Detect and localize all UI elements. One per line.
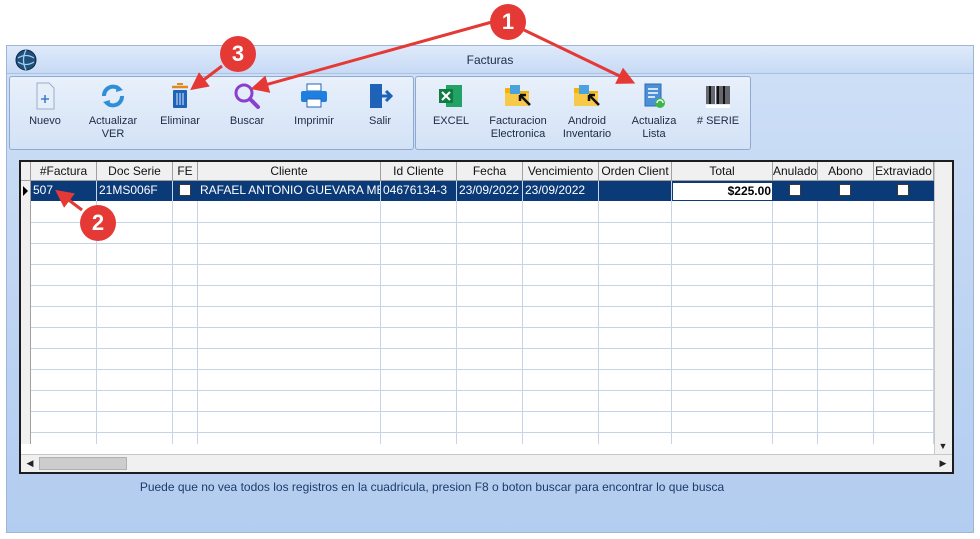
facturas-grid[interactable]: #Factura Doc Serie FE Cliente Id Cliente…: [19, 160, 954, 474]
checkbox-abono[interactable]: [839, 184, 851, 196]
title-bar: Facturas: [7, 46, 973, 74]
cell-vencimiento[interactable]: 23/09/2022: [523, 181, 599, 201]
grid-line: [772, 181, 773, 444]
scroll-down-icon[interactable]: ▼: [935, 438, 951, 454]
hint-text: Puede que no vea todos los registros en …: [139, 480, 725, 494]
grid-line: [380, 181, 381, 444]
cell-total[interactable]: $225.00: [673, 183, 772, 200]
cell-factura[interactable]: 507: [31, 181, 97, 201]
grid-line: [197, 181, 198, 444]
search-icon: [234, 83, 260, 109]
nuevo-button[interactable]: Nuevo: [20, 81, 70, 147]
grid-line: [456, 181, 457, 444]
grid-line: [31, 390, 934, 391]
actualizar-label: Actualizar VER: [88, 115, 138, 140]
printer-icon: [301, 83, 327, 108]
excel-button[interactable]: EXCEL: [424, 81, 478, 147]
col-vencimiento[interactable]: Vencimiento: [523, 162, 599, 181]
annotation-badge-1: 1: [490, 4, 526, 40]
scroll-thumb[interactable]: [39, 457, 127, 470]
imprimir-button[interactable]: Imprimir: [288, 81, 340, 147]
checkbox-extraviado[interactable]: [897, 184, 909, 196]
annotation-badge-3: 3: [220, 36, 256, 72]
cell-orden-cliente[interactable]: [599, 181, 672, 201]
exit-icon: [370, 84, 394, 108]
corner-header: [21, 162, 31, 181]
trash-icon: [172, 83, 188, 108]
scroll-right-icon[interactable]: ▶: [935, 455, 951, 471]
serie-button[interactable]: # SERIE: [692, 81, 744, 147]
extra-toolbar: EXCEL Facturacion Electronica Android Inve…: [415, 76, 751, 150]
grid-line: [817, 181, 818, 444]
buscar-button[interactable]: Buscar: [222, 81, 272, 147]
salir-button[interactable]: Salir: [356, 81, 404, 147]
new-document-icon: [36, 82, 55, 110]
main-toolbar: Nuevo Actualizar VER Eliminar Buscar Imp…: [9, 76, 414, 150]
facturas-window: Facturas Nuevo Actualizar VER Eliminar B…: [6, 45, 974, 533]
grid-line: [31, 432, 934, 433]
actualiza-lista-button[interactable]: Actualiza Lista: [626, 81, 682, 147]
eliminar-button[interactable]: Eliminar: [154, 81, 206, 147]
current-row-indicator-icon: [23, 186, 28, 196]
col-cliente[interactable]: Cliente: [198, 162, 381, 181]
refresh-icon: [102, 84, 124, 108]
grid-line: [31, 348, 934, 349]
grid-line: [172, 181, 173, 444]
folder-arrow-icon: [505, 85, 531, 106]
excel-icon: [439, 85, 462, 107]
scroll-left-icon[interactable]: ◀: [22, 455, 38, 471]
grid-line: [873, 181, 874, 444]
eliminar-label: Eliminar: [160, 115, 200, 127]
cell-cliente[interactable]: RAFAEL ANTONIO GUEVARA ME: [198, 181, 381, 201]
serie-label: # SERIE: [696, 115, 740, 127]
imprimir-label: Imprimir: [294, 115, 334, 127]
col-extraviado[interactable]: Extraviado: [874, 162, 934, 181]
col-fecha[interactable]: Fecha: [457, 162, 523, 181]
col-factura[interactable]: #Factura: [31, 162, 97, 181]
list-refresh-icon: [644, 83, 665, 108]
actualizar-button[interactable]: Actualizar VER: [80, 81, 146, 147]
col-id-cliente[interactable]: Id Cliente: [381, 162, 457, 181]
col-total[interactable]: Total: [672, 162, 773, 181]
row-selector-column[interactable]: [21, 181, 31, 444]
annotation-badge-2: 2: [80, 205, 116, 241]
android-label: Android Inventario: [562, 115, 612, 140]
nuevo-label: Nuevo: [29, 115, 61, 127]
grid-line: [31, 243, 934, 244]
grid-line: [31, 369, 934, 370]
actualiza-lista-label: Actualiza Lista: [631, 115, 677, 140]
grid-line: [31, 222, 934, 223]
grid-line: [31, 327, 934, 328]
checkbox-anulado[interactable]: [789, 184, 801, 196]
grid-line: [31, 411, 934, 412]
grid-line: [671, 181, 672, 444]
checkbox-fe[interactable]: [179, 184, 191, 196]
facturacion-electronica-button[interactable]: Facturacion Electronica: [486, 81, 550, 147]
folder-arrow-icon: [574, 85, 600, 106]
col-anulado[interactable]: Anulado: [773, 162, 818, 181]
window-title: Facturas: [466, 53, 514, 67]
col-doc-serie[interactable]: Doc Serie: [97, 162, 173, 181]
grid-line: [522, 181, 523, 444]
grid-line: [598, 181, 599, 444]
horizontal-scrollbar[interactable]: ◀ ▶: [21, 454, 952, 472]
grid-line: [31, 264, 934, 265]
android-inventario-button[interactable]: Android Inventario: [556, 81, 618, 147]
col-abono[interactable]: Abono: [818, 162, 874, 181]
facturacion-label: Facturacion Electronica: [489, 115, 547, 140]
grid-line: [31, 285, 934, 286]
salir-label: Salir: [368, 115, 391, 127]
cell-fecha[interactable]: 23/09/2022: [457, 181, 523, 201]
cell-doc-serie[interactable]: 21MS006F: [97, 181, 173, 201]
excel-label: EXCEL: [432, 115, 470, 127]
cell-id-cliente[interactable]: 04676134-3: [381, 181, 457, 201]
buscar-label: Buscar: [229, 115, 265, 127]
vertical-scrollbar[interactable]: ▼: [934, 162, 952, 454]
grid-line: [31, 306, 934, 307]
col-fe[interactable]: FE: [173, 162, 198, 181]
barcode-icon: [706, 86, 730, 108]
col-orden-cliente[interactable]: Orden Client: [599, 162, 672, 181]
